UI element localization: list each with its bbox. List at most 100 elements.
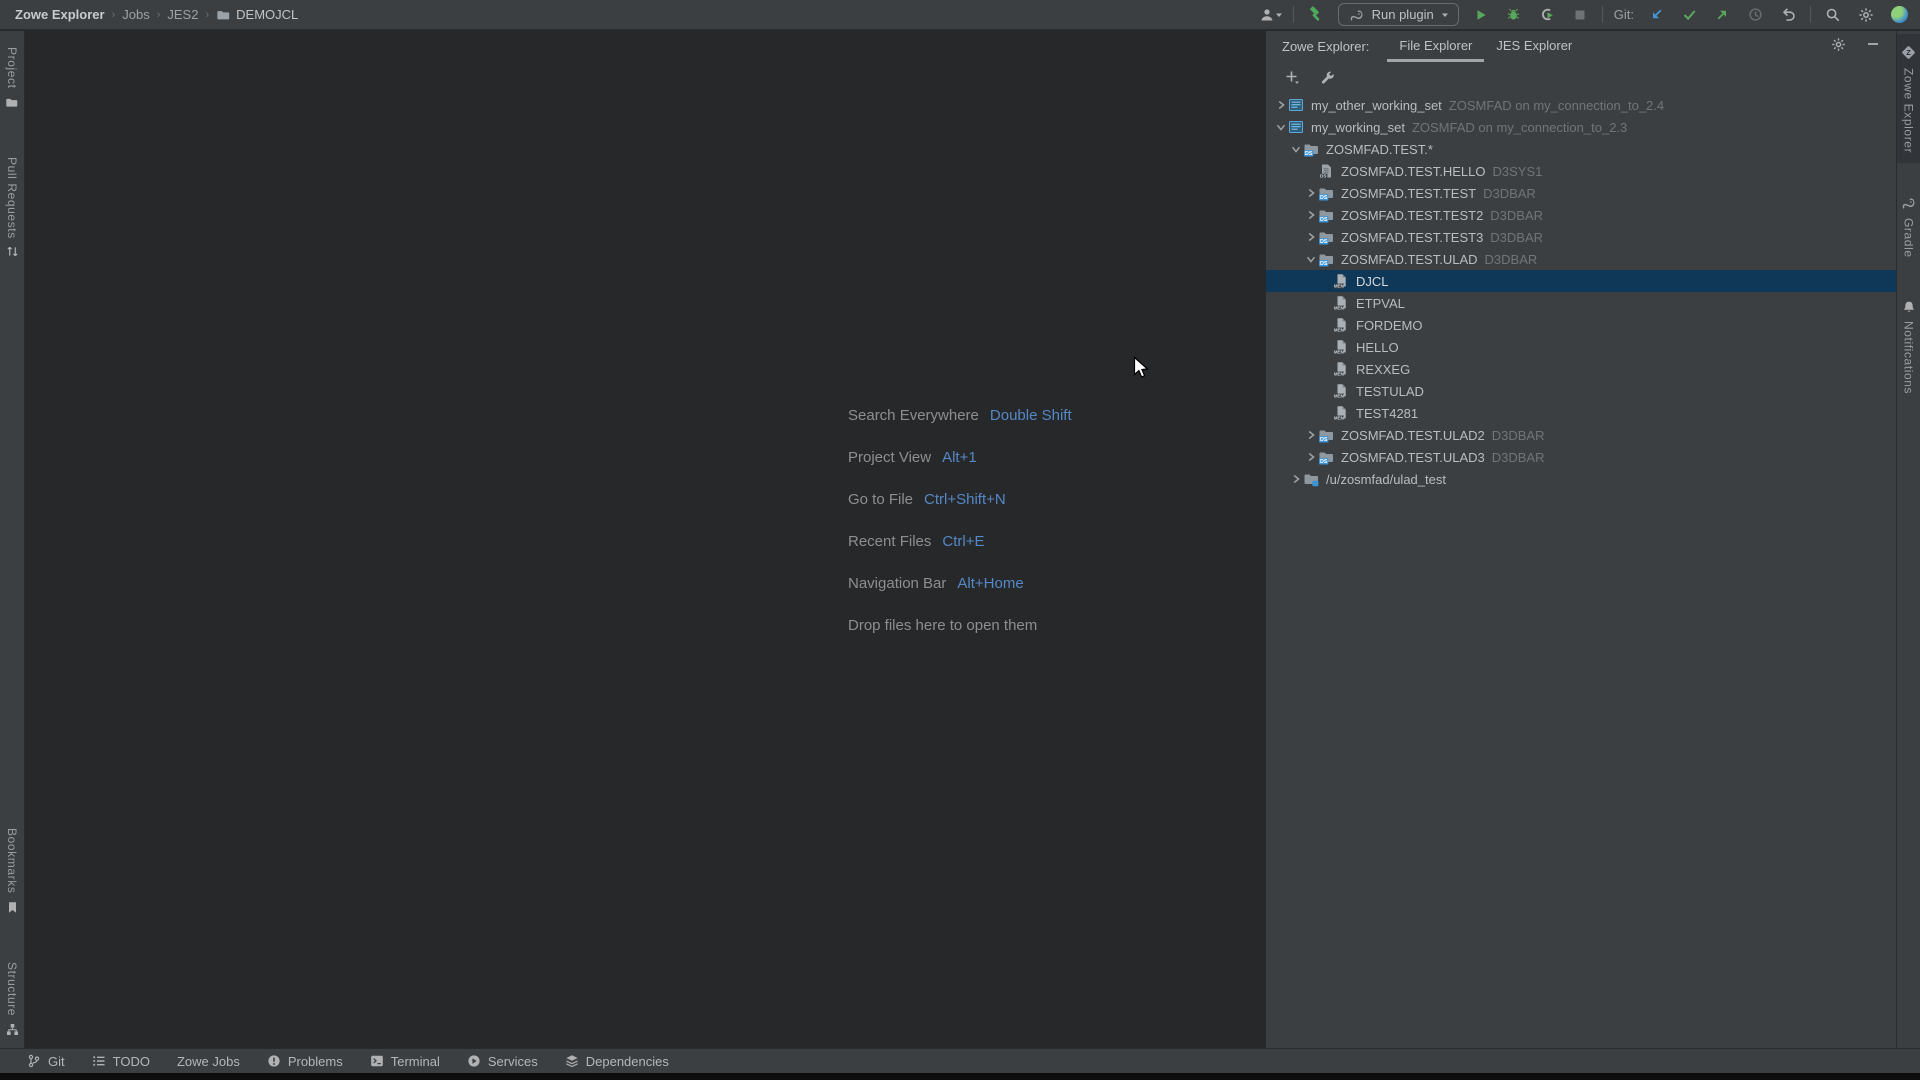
tool-window-label: Terminal bbox=[391, 1054, 440, 1069]
problems-icon bbox=[267, 1054, 281, 1068]
tree-node-name: TESTULAD bbox=[1356, 384, 1424, 399]
tool-window-button-problems[interactable]: Problems bbox=[267, 1054, 343, 1069]
shortcut-hint-key[interactable]: Ctrl+E bbox=[942, 533, 984, 550]
settings-button[interactable] bbox=[1855, 4, 1877, 26]
tool-window-button-terminal[interactable]: Terminal bbox=[370, 1054, 440, 1069]
tree-node-name: ETPVAL bbox=[1356, 296, 1405, 311]
tool-stripe-label: Project bbox=[6, 47, 18, 89]
tool-stripe-item-notifications[interactable]: Notifications bbox=[1897, 290, 1920, 404]
tree-node-name: ZOSMFAD.TEST.ULAD3 bbox=[1341, 450, 1485, 465]
tool-stripe-item-structure[interactable]: Structure bbox=[0, 962, 24, 1036]
tree-row[interactable]: MEM FORDEMO bbox=[1266, 314, 1896, 336]
tree-row[interactable]: MEMHELLO bbox=[1266, 336, 1896, 358]
tab-jes-explorer[interactable]: JES Explorer bbox=[1484, 32, 1584, 62]
chevron-down-icon[interactable] bbox=[1273, 122, 1288, 132]
working-set-icon bbox=[1288, 119, 1306, 135]
debug-button[interactable] bbox=[1503, 4, 1525, 26]
tree-row[interactable]: DSZOSMFAD.TEST.HELLOD3SYS1 bbox=[1266, 160, 1896, 182]
tree-row[interactable]: MEMTESTULAD bbox=[1266, 380, 1896, 402]
breadcrumb-item[interactable]: JES2 bbox=[167, 7, 198, 22]
left-tool-stripe: Project Pull Requests Bookmarks Structure bbox=[0, 31, 25, 1048]
shortcut-hint-row: Recent FilesCtrl+E bbox=[848, 531, 1072, 551]
search-button[interactable] bbox=[1822, 4, 1844, 26]
chevron-down-icon[interactable] bbox=[1303, 254, 1318, 264]
chevron-down-icon[interactable] bbox=[1288, 144, 1303, 154]
tree-row[interactable]: MEMETPVAL bbox=[1266, 292, 1896, 314]
tree-row[interactable]: DSZOSMFAD.TEST.TEST3D3DBAR bbox=[1266, 226, 1896, 248]
tool-stripe-item-zowe-explorer[interactable]: ZZowe Explorer bbox=[1897, 34, 1920, 163]
tree-node-name: HELLO bbox=[1356, 340, 1399, 355]
update-button[interactable] bbox=[1645, 4, 1667, 26]
tree-node-suffix: ZOSMFAD on my_connection_to_2.4 bbox=[1449, 98, 1664, 113]
tab-file-explorer[interactable]: File Explorer bbox=[1387, 32, 1484, 62]
rollback-button[interactable] bbox=[1777, 4, 1799, 26]
tree-row[interactable]: DSZOSMFAD.TEST.* bbox=[1266, 138, 1896, 160]
gear-button[interactable] bbox=[1827, 33, 1849, 55]
chevron-right-icon[interactable] bbox=[1303, 232, 1318, 242]
svg-text:DS: DS bbox=[1320, 261, 1328, 267]
svg-text:MEM: MEM bbox=[1334, 328, 1345, 333]
run-configuration-combo[interactable]: Run plugin bbox=[1338, 3, 1459, 26]
push-button[interactable] bbox=[1711, 4, 1733, 26]
tree-node-name: my_working_set bbox=[1311, 120, 1405, 135]
tree-row[interactable]: DSZOSMFAD.TEST.TEST2D3DBAR bbox=[1266, 204, 1896, 226]
tree-row[interactable]: my_other_working_setZOSMFAD on my_connec… bbox=[1266, 94, 1896, 116]
shortcut-hint-key[interactable]: Alt+Home bbox=[957, 575, 1023, 592]
bottom-tool-window-bar: Git TODO Zowe Jobs Problems Terminal Services… bbox=[0, 1048, 1920, 1073]
tool-window-button-services[interactable]: Services bbox=[467, 1054, 538, 1069]
dataset-folder-icon: DS bbox=[1318, 229, 1336, 245]
chevron-right-icon[interactable] bbox=[1288, 474, 1303, 484]
stop-icon bbox=[1574, 9, 1586, 21]
breadcrumb-label: DEMOJCL bbox=[236, 7, 298, 22]
tree-row[interactable]: MEMREXXEG bbox=[1266, 358, 1896, 380]
tool-window-button-git[interactable]: Git bbox=[27, 1054, 65, 1069]
tree-row[interactable]: MEMTEST4281 bbox=[1266, 402, 1896, 424]
user-menu-button[interactable] bbox=[1260, 4, 1282, 26]
breadcrumb-item[interactable]: Zowe Explorer bbox=[15, 7, 105, 22]
tree-node-name: FORDEMO bbox=[1356, 318, 1422, 333]
editor-shortcut-hints: Search EverywhereDouble ShiftProject Vie… bbox=[848, 405, 1072, 657]
chevron-right-icon[interactable] bbox=[1303, 188, 1318, 198]
tree-row[interactable]: my_working_setZOSMFAD on my_connection_t… bbox=[1266, 116, 1896, 138]
play-button[interactable] bbox=[1470, 4, 1492, 26]
tool-stripe-item-gradle[interactable]: Gradle bbox=[1897, 185, 1920, 268]
minimize-button[interactable] bbox=[1862, 33, 1884, 55]
chevron-right-icon[interactable] bbox=[1303, 452, 1318, 462]
tool-window-label: TODO bbox=[113, 1054, 150, 1069]
panel-header-actions bbox=[1827, 33, 1884, 62]
commit-button[interactable] bbox=[1678, 4, 1700, 26]
tree-row[interactable]: /u/zosmfad/ulad_test bbox=[1266, 468, 1896, 490]
chevron-right-icon[interactable] bbox=[1303, 430, 1318, 440]
chevron-right-icon[interactable] bbox=[1273, 100, 1288, 110]
avatar-button[interactable] bbox=[1888, 4, 1910, 26]
tool-stripe-item-bookmarks[interactable]: Bookmarks bbox=[0, 828, 24, 913]
build-project-button[interactable] bbox=[1305, 4, 1327, 26]
tool-window-label: Problems bbox=[288, 1054, 343, 1069]
tree-row[interactable]: DSZOSMFAD.TEST.ULADD3DBAR bbox=[1266, 248, 1896, 270]
plus-button[interactable] bbox=[1281, 66, 1303, 88]
tool-window-button-zowe-jobs[interactable]: Zowe Jobs bbox=[177, 1054, 240, 1069]
tree-row[interactable]: DSZOSMFAD.TEST.TESTD3DBAR bbox=[1266, 182, 1896, 204]
tree-node-name: ZOSMFAD.TEST.TEST2 bbox=[1341, 208, 1483, 223]
services-icon bbox=[467, 1054, 481, 1068]
search-icon bbox=[1825, 7, 1841, 23]
coverage-button[interactable] bbox=[1536, 4, 1558, 26]
breadcrumb-item[interactable]: DEMOJCL bbox=[216, 7, 298, 22]
shortcut-hint-key[interactable]: Double Shift bbox=[990, 407, 1072, 424]
svg-text:DS: DS bbox=[1305, 151, 1313, 157]
tool-window-button-todo[interactable]: TODO bbox=[92, 1054, 150, 1069]
shortcut-hint-key[interactable]: Ctrl+Shift+N bbox=[924, 491, 1006, 508]
chevron-right-icon[interactable] bbox=[1303, 210, 1318, 220]
tool-stripe-item-project[interactable]: Project bbox=[0, 47, 24, 109]
tool-stripe-item-pull-requests[interactable]: Pull Requests bbox=[0, 157, 24, 259]
tree-row[interactable]: DSZOSMFAD.TEST.ULAD3D3DBAR bbox=[1266, 446, 1896, 468]
tree-row[interactable]: DSZOSMFAD.TEST.ULAD2D3DBAR bbox=[1266, 424, 1896, 446]
wrench-button[interactable] bbox=[1316, 66, 1338, 88]
folder-icon bbox=[216, 8, 231, 22]
shortcut-hint-key[interactable]: Alt+1 bbox=[942, 449, 977, 466]
minimize-icon bbox=[1866, 37, 1880, 51]
breadcrumb-item[interactable]: Jobs bbox=[122, 7, 149, 22]
plus-icon bbox=[1285, 70, 1300, 85]
tool-window-button-dependencies[interactable]: Dependencies bbox=[565, 1054, 669, 1069]
tree-row[interactable]: MEMDJCL bbox=[1266, 270, 1896, 292]
